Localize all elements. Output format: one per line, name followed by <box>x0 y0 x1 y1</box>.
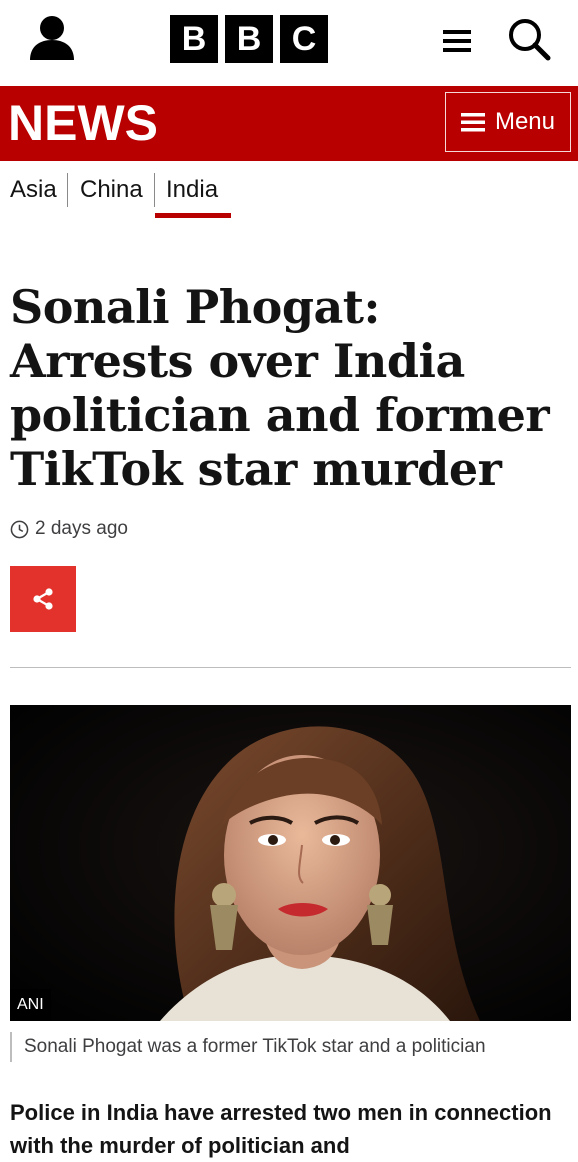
search-button[interactable] <box>506 16 552 62</box>
article-headline: Sonali Phogat: Arrests over India politi… <box>10 280 550 496</box>
bbc-header: B B C <box>0 0 578 86</box>
portrait-illustration <box>10 705 571 1021</box>
article-image: ANI <box>10 705 571 1021</box>
active-nav-indicator <box>155 213 231 218</box>
bbc-logo-block: B <box>170 15 218 63</box>
divider <box>10 667 571 668</box>
menu-button[interactable]: Menu <box>445 92 571 152</box>
news-bar: NEWS Menu <box>0 86 578 161</box>
menu-button-label: Menu <box>494 108 556 135</box>
nav-item-china[interactable]: China <box>80 175 143 207</box>
image-caption: Sonali Phogat was a former TikTok star a… <box>10 1032 571 1062</box>
account-button[interactable] <box>24 14 80 62</box>
bbc-logo[interactable]: B B C <box>170 15 328 63</box>
nav-separator <box>154 173 155 207</box>
bbc-logo-block: C <box>280 15 328 63</box>
article-timestamp: 2 days ago <box>10 518 128 540</box>
timestamp-text: 2 days ago <box>35 518 128 539</box>
clock-icon <box>10 520 29 538</box>
image-credit: ANI <box>10 989 51 1021</box>
share-icon <box>33 588 53 610</box>
user-icon <box>30 16 74 60</box>
news-logo[interactable]: NEWS <box>8 98 158 148</box>
bbc-logo-block: B <box>225 15 273 63</box>
nav-item-india[interactable]: India <box>166 175 218 207</box>
search-icon <box>509 19 551 61</box>
nav-separator <box>67 173 68 207</box>
more-menu-button[interactable] <box>440 24 474 58</box>
hamburger-icon <box>443 30 471 52</box>
article-intro: Police in India have arrested two men in… <box>10 1100 552 1158</box>
nav-item-asia[interactable]: Asia <box>10 175 57 207</box>
hamburger-icon <box>460 113 485 132</box>
secondary-nav: Asia China India <box>0 161 578 221</box>
share-button[interactable] <box>10 566 76 632</box>
